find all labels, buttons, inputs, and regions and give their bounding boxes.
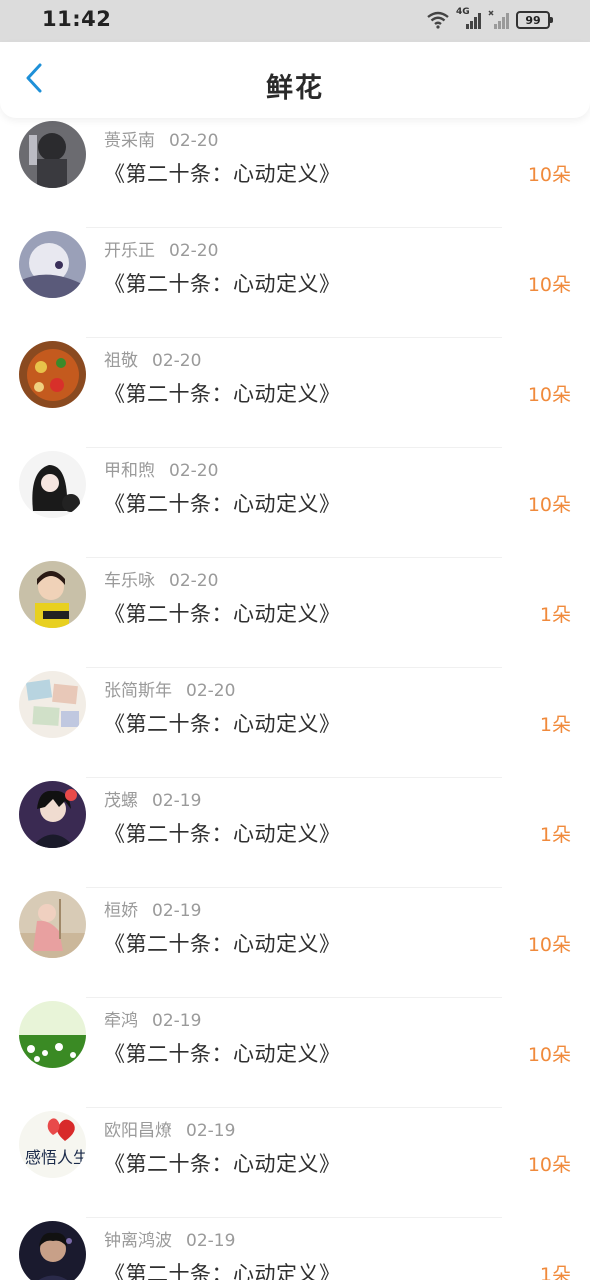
gift-meta: 甲和煦 02-20 <box>104 456 218 481</box>
gift-meta: 牵鸿 02-19 <box>104 1006 201 1031</box>
flower-count: 10朵 <box>527 494 571 516</box>
avatar-photo-man-dark <box>19 1221 86 1280</box>
book-title[interactable]: 《第二十条：心动定义》 <box>104 1038 341 1068</box>
user-name[interactable]: 开乐正 <box>104 241 155 261</box>
user-name[interactable]: 祖敬 <box>104 351 138 371</box>
flower-count: 1朵 <box>539 604 571 626</box>
svg-text:感悟人生: 感悟人生 <box>25 1148 86 1167</box>
flower-count: 1朵 <box>539 824 571 846</box>
gift-date: 02-20 <box>169 131 219 151</box>
gift-meta: 车乐咏 02-20 <box>104 566 218 591</box>
gift-date: 02-19 <box>186 1231 236 1251</box>
gift-date: 02-20 <box>169 241 219 261</box>
avatar-photo-gray-girl <box>19 121 86 188</box>
book-title[interactable]: 《第二十条：心动定义》 <box>104 1148 341 1178</box>
avatar-photo-anime-white-hair <box>19 231 86 298</box>
gift-row[interactable]: 张简斯年 02-20 《第二十条：心动定义》 1朵 <box>0 668 590 778</box>
gift-date: 02-20 <box>186 681 236 701</box>
book-title[interactable]: 《第二十条：心动定义》 <box>104 598 341 628</box>
status-time: 11:42 <box>42 7 112 31</box>
flower-count: 10朵 <box>527 1154 571 1176</box>
gift-meta: 钟离鸿波 02-19 <box>104 1226 235 1251</box>
user-avatar[interactable] <box>19 231 86 298</box>
gift-date: 02-19 <box>186 1121 236 1141</box>
avatar-photo-anime-girl-cat <box>19 451 86 518</box>
gift-meta: 蒉采南 02-20 <box>104 126 218 151</box>
book-title[interactable]: 《第二十条：心动定义》 <box>104 488 341 518</box>
user-avatar[interactable] <box>19 891 86 958</box>
user-avatar[interactable] <box>19 451 86 518</box>
book-title[interactable]: 《第二十条：心动定义》 <box>104 268 341 298</box>
battery-icon: 99 <box>516 11 553 29</box>
book-title[interactable]: 《第二十条：心动定义》 <box>104 158 341 188</box>
user-name[interactable]: 蒉采南 <box>104 131 155 151</box>
signal-no-sim-icon <box>488 10 510 30</box>
flower-count: 10朵 <box>527 274 571 296</box>
gift-date: 02-20 <box>152 351 202 371</box>
status-icons: 4G 99 <box>426 7 553 31</box>
avatar-photo-calligraphy-heart: 感悟人生 <box>19 1111 86 1178</box>
gift-row[interactable]: 开乐正 02-20 《第二十条：心动定义》 10朵 <box>0 228 590 338</box>
user-name[interactable]: 车乐咏 <box>104 571 155 591</box>
gift-meta: 祖敬 02-20 <box>104 346 201 371</box>
avatar-photo-girl-beach <box>19 891 86 958</box>
gift-date: 02-19 <box>152 791 202 811</box>
gift-date: 02-19 <box>152 1011 202 1031</box>
book-title[interactable]: 《第二十条：心动定义》 <box>104 378 341 408</box>
user-avatar[interactable] <box>19 561 86 628</box>
book-title[interactable]: 《第二十条：心动定义》 <box>104 1258 341 1280</box>
gift-meta: 张简斯年 02-20 <box>104 676 235 701</box>
avatar-photo-girl-yellow <box>19 561 86 628</box>
avatar-photo-postcards <box>19 671 86 738</box>
gift-date: 02-19 <box>152 901 202 921</box>
avatar-photo-food <box>19 341 86 408</box>
flower-gift-list: 蒉采南 02-20 《第二十条：心动定义》 10朵 开乐正 02-20 《第二十条：心动定义… <box>0 118 590 1280</box>
user-name[interactable]: 桓娇 <box>104 901 138 921</box>
flower-count: 10朵 <box>527 1044 571 1066</box>
user-avatar[interactable] <box>19 341 86 408</box>
user-avatar[interactable] <box>19 1221 86 1280</box>
user-avatar[interactable]: 感悟人生 <box>19 1111 86 1178</box>
gift-meta: 开乐正 02-20 <box>104 236 218 261</box>
avatar-photo-anime-dark <box>19 781 86 848</box>
gift-row[interactable]: 桓娇 02-19 《第二十条：心动定义》 10朵 <box>0 888 590 998</box>
flower-count: 1朵 <box>539 1264 571 1280</box>
user-avatar[interactable] <box>19 781 86 848</box>
user-name[interactable]: 牵鸿 <box>104 1011 138 1031</box>
user-name[interactable]: 张简斯年 <box>104 681 172 701</box>
user-name[interactable]: 甲和煦 <box>104 461 155 481</box>
user-avatar[interactable] <box>19 121 86 188</box>
user-name[interactable]: 欧阳昌燎 <box>104 1121 172 1141</box>
gift-row[interactable]: 祖敬 02-20 《第二十条：心动定义》 10朵 <box>0 338 590 448</box>
gift-date: 02-20 <box>169 571 219 591</box>
flower-count: 1朵 <box>539 714 571 736</box>
gift-row[interactable]: 钟离鸿波 02-19 《第二十条：心动定义》 1朵 <box>0 1218 590 1280</box>
gift-date: 02-20 <box>169 461 219 481</box>
user-avatar[interactable] <box>19 671 86 738</box>
gift-row[interactable]: 感悟人生 欧阳昌燎 02-19 《第二十条：心动定义》 10朵 <box>0 1108 590 1218</box>
nav-bar: 鲜花 <box>0 42 590 118</box>
book-title[interactable]: 《第二十条：心动定义》 <box>104 928 341 958</box>
gift-meta: 桓娇 02-19 <box>104 896 201 921</box>
signal-4g-icon: 4G <box>456 7 482 30</box>
gift-row[interactable]: 牵鸿 02-19 《第二十条：心动定义》 10朵 <box>0 998 590 1108</box>
user-avatar[interactable] <box>19 1001 86 1068</box>
gift-row[interactable]: 甲和煦 02-20 《第二十条：心动定义》 10朵 <box>0 448 590 558</box>
wifi-icon <box>426 11 450 29</box>
avatar-photo-flowers-field <box>19 1001 86 1068</box>
user-name[interactable]: 茂螺 <box>104 791 138 811</box>
flower-count: 10朵 <box>527 164 571 186</box>
gift-row[interactable]: 茂螺 02-19 《第二十条：心动定义》 1朵 <box>0 778 590 888</box>
gift-meta: 茂螺 02-19 <box>104 786 201 811</box>
page-title: 鲜花 <box>266 73 324 104</box>
gift-row[interactable]: 车乐咏 02-20 《第二十条：心动定义》 1朵 <box>0 558 590 668</box>
book-title[interactable]: 《第二十条：心动定义》 <box>104 708 341 738</box>
gift-meta: 欧阳昌燎 02-19 <box>104 1116 235 1141</box>
user-name[interactable]: 钟离鸿波 <box>104 1231 172 1251</box>
flower-count: 10朵 <box>527 934 571 956</box>
status-bar: 11:42 4G 99 <box>0 0 590 42</box>
book-title[interactable]: 《第二十条：心动定义》 <box>104 818 341 848</box>
flower-count: 10朵 <box>527 384 571 406</box>
gift-row[interactable]: 蒉采南 02-20 《第二十条：心动定义》 10朵 <box>0 118 590 228</box>
